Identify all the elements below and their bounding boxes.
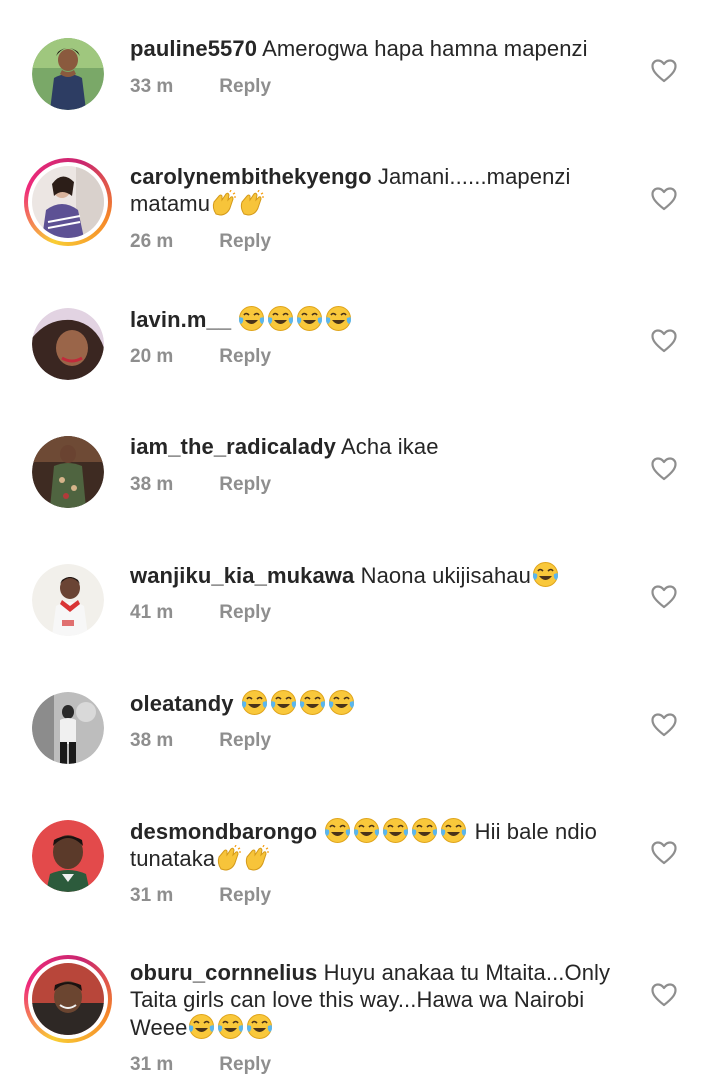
face-with-tears-of-joy-emoji (325, 305, 352, 332)
comment-text: desmondbarongo Hii bale ndio tunataka (130, 817, 620, 872)
face-with-tears-of-joy-emoji (299, 689, 326, 716)
face-with-tears-of-joy-emoji (188, 1013, 215, 1040)
reply-button[interactable]: Reply (219, 1054, 271, 1076)
reply-button[interactable]: Reply (219, 76, 271, 98)
comment-time: 26 m (130, 231, 174, 252)
comment-username[interactable]: desmondbarongo (130, 819, 317, 844)
comment-text: wanjiku_kia_mukawa Naona ukijisahau (130, 561, 620, 589)
comment-time: 41 m (130, 602, 174, 623)
avatar-image (32, 820, 104, 892)
avatar-image (32, 436, 104, 508)
avatar[interactable] (32, 820, 104, 892)
comment-meta: 38 m Reply (130, 474, 271, 496)
comment-username[interactable]: wanjiku_kia_mukawa (130, 563, 354, 588)
face-with-tears-of-joy-emoji (238, 305, 265, 332)
face-with-tears-of-joy-emoji (246, 1013, 273, 1040)
heart-outline-icon[interactable] (651, 983, 677, 1007)
avatar-image (32, 963, 104, 1035)
clapping-hands-emoji (243, 844, 270, 871)
face-with-tears-of-joy-emoji (241, 689, 268, 716)
comment-meta: 31 m Reply (130, 885, 271, 907)
avatar[interactable] (32, 38, 104, 110)
face-with-tears-of-joy-emoji (328, 689, 355, 716)
heart-outline-icon[interactable] (651, 585, 677, 609)
comment-time: 31 m (130, 1054, 174, 1075)
avatar[interactable] (32, 564, 104, 636)
heart-outline-icon[interactable] (651, 329, 677, 353)
comment-text: pauline5570 Amerogwa hapa hamna mapenzi (130, 35, 620, 62)
avatar[interactable] (32, 692, 104, 764)
comment-time: 33 m (130, 76, 174, 97)
avatar[interactable] (24, 955, 112, 1043)
comment-body: Amerogwa hapa hamna mapenzi (262, 36, 588, 61)
avatar-image (32, 38, 104, 110)
reply-button[interactable]: Reply (219, 346, 271, 368)
comment-username[interactable]: oburu_cornnelius (130, 960, 317, 985)
reply-button[interactable]: Reply (219, 231, 271, 253)
face-with-tears-of-joy-emoji (217, 1013, 244, 1040)
reply-button[interactable]: Reply (219, 474, 271, 496)
comment-username[interactable]: pauline5570 (130, 36, 257, 61)
clapping-hands-emoji (210, 189, 237, 216)
comment-meta: 26 m Reply (130, 231, 271, 253)
comment-meta: 38 m Reply (130, 730, 271, 752)
face-with-tears-of-joy-emoji (267, 305, 294, 332)
heart-outline-icon[interactable] (651, 457, 677, 481)
reply-button[interactable]: Reply (219, 730, 271, 752)
reply-button[interactable]: Reply (219, 602, 271, 624)
comment-body: Acha ikae (341, 434, 439, 459)
comment-time: 38 m (130, 474, 174, 495)
comment-text: oburu_cornnelius Huyu anakaa tu Mtaita..… (130, 959, 620, 1041)
comment-username[interactable]: lavin.m__ (130, 307, 231, 332)
comment-text: oleatandy (130, 689, 620, 717)
comment-username[interactable]: oleatandy (130, 691, 234, 716)
heart-outline-icon[interactable] (651, 59, 677, 83)
avatar[interactable] (24, 158, 112, 246)
avatar-image (32, 692, 104, 764)
face-with-tears-of-joy-emoji (440, 817, 467, 844)
heart-outline-icon[interactable] (651, 187, 677, 211)
clapping-hands-emoji (238, 189, 265, 216)
comment-username[interactable]: iam_the_radicalady (130, 434, 336, 459)
comment-username[interactable]: carolynembithekyengo (130, 164, 372, 189)
avatar-image (32, 564, 104, 636)
clapping-hands-emoji (215, 844, 242, 871)
heart-outline-icon[interactable] (651, 841, 677, 865)
comment-time: 20 m (130, 346, 174, 367)
face-with-tears-of-joy-emoji (353, 817, 380, 844)
comments-list: pauline5570 Amerogwa hapa hamna mapenzi … (0, 0, 720, 1076)
comment-time: 38 m (130, 730, 174, 751)
avatar[interactable] (32, 308, 104, 380)
comment-text: lavin.m__ (130, 305, 620, 333)
avatar-image (32, 166, 104, 238)
comment-meta: 41 m Reply (130, 602, 271, 624)
comment-text: iam_the_radicalady Acha ikae (130, 433, 620, 460)
face-with-tears-of-joy-emoji (324, 817, 351, 844)
face-with-tears-of-joy-emoji (382, 817, 409, 844)
face-with-tears-of-joy-emoji (296, 305, 323, 332)
face-with-tears-of-joy-emoji (270, 689, 297, 716)
face-with-tears-of-joy-emoji (411, 817, 438, 844)
heart-outline-icon[interactable] (651, 713, 677, 737)
avatar-image (32, 308, 104, 380)
comment-time: 31 m (130, 885, 174, 906)
avatar[interactable] (32, 436, 104, 508)
comment-meta: 20 m Reply (130, 346, 271, 368)
reply-button[interactable]: Reply (219, 885, 271, 907)
comment-text: carolynembithekyengo Jamani......mapenzi… (130, 163, 620, 217)
comment-meta: 31 m Reply (130, 1054, 271, 1076)
comment-meta: 33 m Reply (130, 76, 271, 98)
comment-body: Naona ukijisahau (360, 563, 531, 588)
face-with-tears-of-joy-emoji (532, 561, 559, 588)
